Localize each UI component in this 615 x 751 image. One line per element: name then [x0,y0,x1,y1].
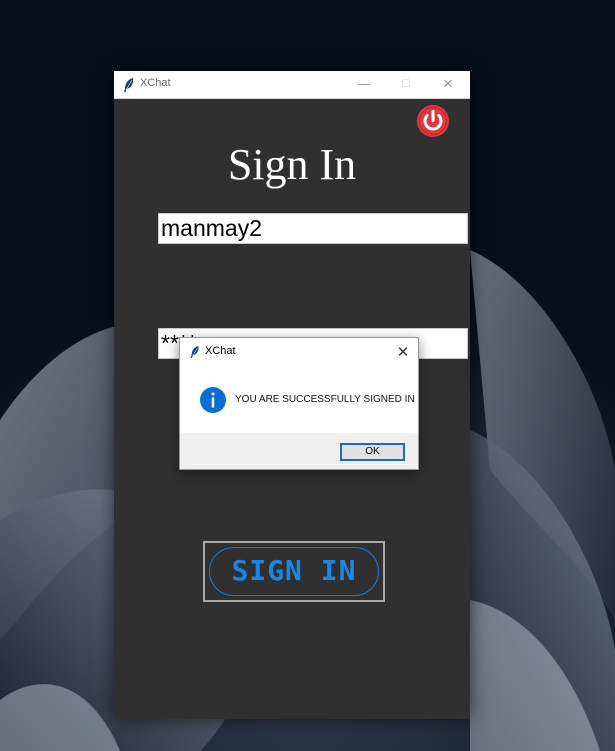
minimize-button[interactable]: — [344,71,384,98]
feather-icon [190,346,199,358]
sign-in-button-label: SIGN IN [209,547,379,596]
power-icon[interactable] [416,104,450,138]
window-titlebar[interactable]: XChat — ☐ ✕ [114,71,470,99]
info-icon [200,387,226,413]
dialog-footer: OK [180,433,418,469]
dialog-titlebar[interactable]: XChat ✕ [180,338,418,365]
username-input[interactable]: manmay2 [158,213,468,244]
feather-icon [124,78,134,92]
sign-in-button[interactable]: SIGN IN [203,541,385,602]
success-dialog: XChat ✕ YOU ARE SUCCESSFULLY SIGNED IN O… [179,337,419,470]
close-button[interactable]: ✕ [428,71,468,98]
maximize-button[interactable]: ☐ [386,71,426,98]
dialog-title: XChat [205,345,236,357]
dialog-close-button[interactable]: ✕ [390,340,416,364]
ok-button[interactable]: OK [340,443,405,461]
page-title: Sign In [227,140,357,189]
window-title: XChat [140,77,171,89]
dialog-message: YOU ARE SUCCESSFULLY SIGNED IN [235,394,415,405]
